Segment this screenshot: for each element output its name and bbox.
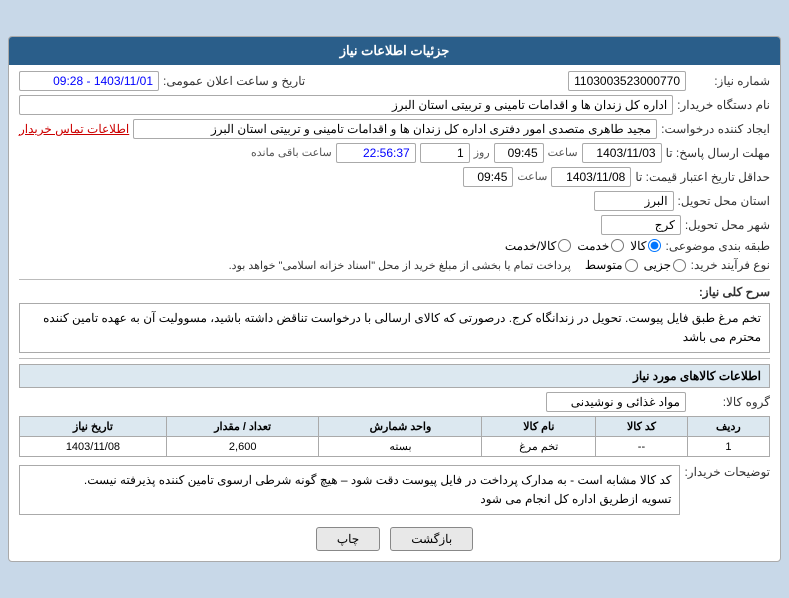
need-desc-text: تخم مرغ طبق فایل پیوست. تحویل در زندانگا… xyxy=(19,303,770,353)
row-goods-group: گروه کالا: مواد غذائی و نوشیدنی xyxy=(19,392,770,412)
province-value: البرز xyxy=(594,191,674,211)
purchase-option-partial[interactable]: جزیی xyxy=(644,258,686,272)
need-desc-label: سرح کلی نیاز: xyxy=(690,285,770,299)
need-number-label: شماره نیاز: xyxy=(690,74,770,88)
header-title: جزئیات اطلاعات نیاز xyxy=(340,43,450,58)
date-time-label: تاریخ و ساعت اعلان عمومی: xyxy=(163,74,305,88)
response-date: 1403/11/03 xyxy=(582,143,662,163)
city-label: شهر محل تحویل: xyxy=(685,218,770,232)
goods-info-title: اطلاعات کالاهای مورد نیاز xyxy=(19,364,770,388)
response-time: 09:45 xyxy=(494,143,544,163)
row-requester: ایجاد کننده درخواست: مجید طاهری متصدی ام… xyxy=(19,119,770,139)
buyer-notes-label: توضیحات خریدار: xyxy=(684,465,770,479)
row-buyer-notes: توضیحات خریدار: کد کالا مشابه است - به م… xyxy=(19,461,770,519)
remaining-label: ساعت باقی مانده xyxy=(251,146,332,159)
card-body: شماره نیاز: 1103003523000770 تاریخ و ساع… xyxy=(9,65,780,562)
city-value: کرج xyxy=(601,215,681,235)
requester-label: ایجاد کننده درخواست: xyxy=(661,122,770,136)
price-date: 1403/11/08 xyxy=(551,167,631,187)
buyer-org-value: اداره کل زندان ها و اقدامات تامینی و ترب… xyxy=(19,95,673,115)
row-type: طبقه بندی موضوعی: کالا خدمت کالا/خدمت xyxy=(19,239,770,253)
row-city: شهر محل تحویل: کرج xyxy=(19,215,770,235)
purchase-radio-partial[interactable] xyxy=(673,259,686,272)
purchase-type-label: نوع فرآیند خرید: xyxy=(690,258,770,272)
row-price-deadline: حداقل تاریخ اعتبار قیمت: تا 1403/11/08 س… xyxy=(19,167,770,187)
purchase-notice: پرداخت تمام یا بخشی از مبلغ خرید از محل … xyxy=(229,257,571,274)
price-time-label: ساعت xyxy=(517,170,547,183)
col-qty: تعداد / مقدار xyxy=(166,417,319,437)
province-label: استان محل تحویل: xyxy=(678,194,770,208)
response-deadline-label: مهلت ارسال پاسخ: تا xyxy=(666,146,770,160)
buyer-notes-text2: تسویه ازطریق اداره کل انجام می شود xyxy=(28,490,671,509)
buyer-org-label: نام دستگاه خریدار: xyxy=(677,98,770,112)
card-header: جزئیات اطلاعات نیاز xyxy=(9,37,780,65)
date-time-value: 1403/11/01 - 09:28 xyxy=(19,71,159,91)
type-radio-service[interactable] xyxy=(611,239,624,252)
col-unit: واحد شمارش xyxy=(319,417,482,437)
time-label: ساعت xyxy=(548,146,578,159)
type-label: طبقه بندی موضوعی: xyxy=(665,239,770,253)
need-number-value: 1103003523000770 xyxy=(568,71,686,91)
row-purchase-type: نوع فرآیند خرید: جزیی متوسط پرداخت تمام … xyxy=(19,257,770,274)
purchase-option-medium[interactable]: متوسط xyxy=(585,258,638,272)
main-container: جزئیات اطلاعات نیاز شماره نیاز: 11030035… xyxy=(0,28,789,571)
col-row: ردیف xyxy=(687,417,769,437)
buyer-notes-text1: کد کالا مشابه است - به مدارک پرداخت در ف… xyxy=(28,471,671,490)
response-remaining: 22:56:37 xyxy=(336,143,416,163)
price-deadline-label: حداقل تاریخ اعتبار قیمت: تا xyxy=(635,170,770,184)
purchase-radio-medium[interactable] xyxy=(625,259,638,272)
col-date: تاریخ نیاز xyxy=(20,417,167,437)
requester-value: مجید طاهری متصدی امور دفتری اداره کل زند… xyxy=(133,119,657,139)
type-option-both[interactable]: کالا/خدمت xyxy=(505,239,571,253)
row-need-number: شماره نیاز: 1103003523000770 تاریخ و ساع… xyxy=(19,71,770,91)
type-radio-both[interactable] xyxy=(558,239,571,252)
buyer-notes-content: کد کالا مشابه است - به مدارک پرداخت در ف… xyxy=(19,465,680,515)
print-button[interactable]: چاپ xyxy=(316,527,380,551)
type-radio-goods[interactable] xyxy=(648,239,661,252)
goods-table: ردیف کد کالا نام کالا واحد شمارش تعداد /… xyxy=(19,416,770,457)
goods-group-label: گروه کالا: xyxy=(690,395,770,409)
row-need-desc-title: سرح کلی نیاز: xyxy=(19,285,770,299)
response-day: 1 xyxy=(420,143,470,163)
contact-link[interactable]: اطلاعات تماس خریدار xyxy=(19,122,129,136)
row-buyer-org: نام دستگاه خریدار: اداره کل زندان ها و ا… xyxy=(19,95,770,115)
purchase-radio-group: جزیی متوسط xyxy=(585,258,686,272)
detail-card: جزئیات اطلاعات نیاز شماره نیاز: 11030035… xyxy=(8,36,781,563)
type-radio-group: کالا خدمت کالا/خدمت xyxy=(505,239,662,253)
goods-group-value: مواد غذائی و نوشیدنی xyxy=(546,392,686,412)
divider2 xyxy=(19,358,770,359)
table-row: 1--تخم مرغبسته2,6001403/11/08 xyxy=(20,437,770,457)
col-code: کد کالا xyxy=(596,417,688,437)
divider1 xyxy=(19,279,770,280)
type-option-goods[interactable]: کالا xyxy=(630,239,661,253)
col-name: نام کالا xyxy=(482,417,596,437)
buttons-row: بازگشت چاپ xyxy=(19,527,770,551)
back-button[interactable]: بازگشت xyxy=(390,527,473,551)
price-time: 09:45 xyxy=(463,167,513,187)
row-province: استان محل تحویل: البرز xyxy=(19,191,770,211)
day-label: روز xyxy=(474,146,490,159)
type-option-service[interactable]: خدمت xyxy=(577,239,624,253)
row-response-deadline: مهلت ارسال پاسخ: تا 1403/11/03 ساعت 09:4… xyxy=(19,143,770,163)
